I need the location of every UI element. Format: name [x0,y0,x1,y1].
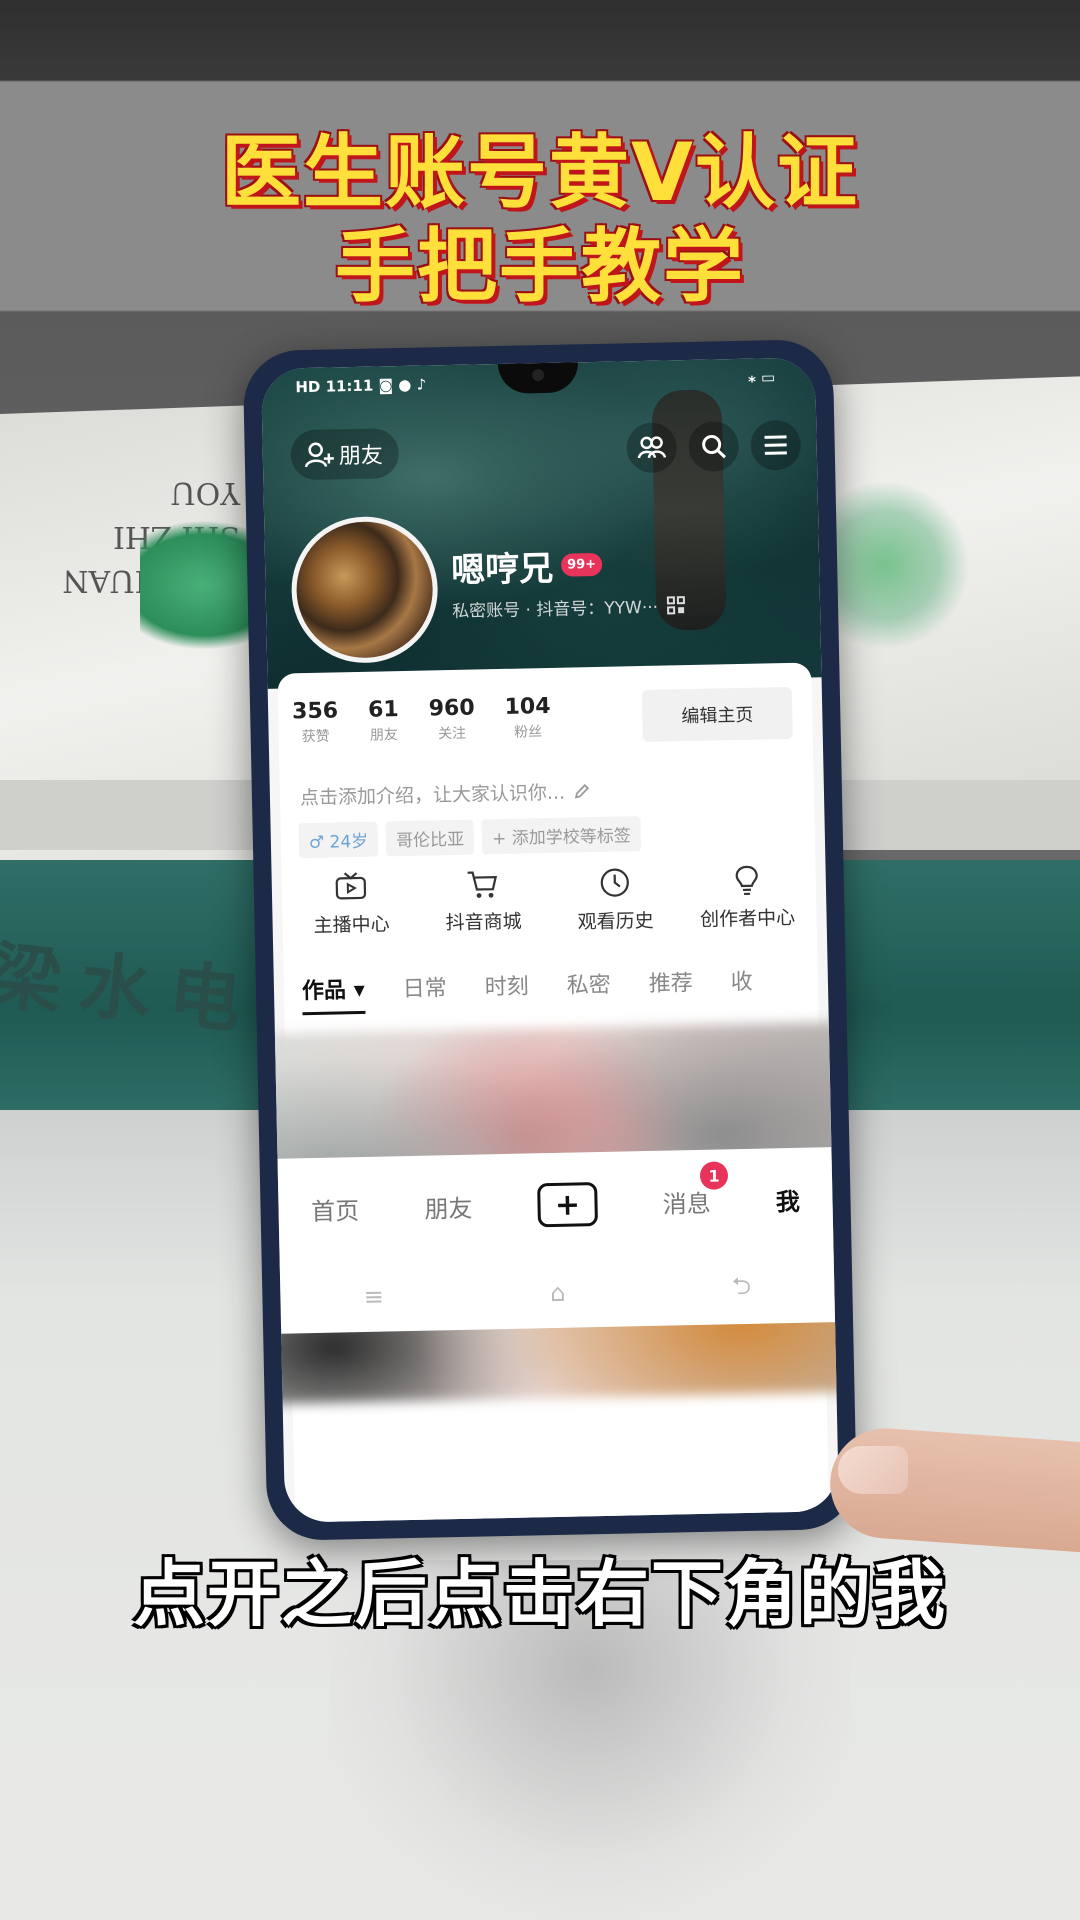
pencil-icon [574,783,590,799]
edit-profile-button[interactable]: 编辑主页 [641,686,793,743]
account-id-text: 私密账号 · 抖音号：YYW··· [451,597,659,622]
stat-value: 61 [367,697,399,723]
qr-code-icon[interactable] [666,595,686,615]
stat-label: 粉丝 [513,724,543,741]
system-home-button[interactable]: ⌂ [550,1279,566,1307]
add-person-icon [304,442,334,468]
search-icon [702,435,726,459]
gender-age-tag: ♂ 24岁 [298,821,379,859]
shortcut-label: 创作者中心 [699,906,796,931]
shortcut-streamer-center[interactable]: 主播中心 [292,871,411,940]
nav-home[interactable]: 首页 [311,1191,360,1227]
stat-following[interactable]: 960 关注 [428,696,475,744]
stat-value: 960 [428,695,475,722]
stat-friends[interactable]: 61 朋友 [368,697,400,745]
stat-likes[interactable]: 356 获赞 [292,698,339,746]
shortcut-label: 抖音商城 [445,910,522,935]
bottom-nav: 首页 朋友 + 消息 1 我 [277,1147,834,1269]
clock-icon [600,868,629,897]
create-button[interactable]: + [537,1182,598,1228]
camera-dot [532,368,545,382]
shortcut-watch-history[interactable]: 观看历史 [555,865,674,934]
stat-value: 356 [291,698,339,725]
stat-label: 获赞 [301,728,330,746]
shortcut-mall[interactable]: 抖音商城 [424,868,543,937]
stat-followers[interactable]: 104 粉丝 [504,694,551,742]
nav-me[interactable]: 我 [775,1182,801,1217]
nav-friends[interactable]: 朋友 [424,1189,473,1225]
tab-private[interactable]: 私密 [566,967,611,1000]
stat-label: 朋友 [369,727,399,744]
intro-row[interactable]: 点击添加介绍，让大家认识你... [300,777,592,810]
nav-messages[interactable]: 消息 1 [662,1161,729,1220]
stat-value: 104 [504,693,551,720]
tab-recommend[interactable]: 推荐 [648,965,693,998]
nav-messages-label: 消息 [662,1189,712,1219]
profile-card: 356 获赞 61 朋友 960 关注 104 粉丝 编辑主页 点击添加介绍，让… [260,662,840,1523]
shortcut-row: 主播中心 抖音商城 观看历史 创作者中心 [292,863,807,941]
add-friend-label: 朋友 [338,443,384,470]
add-school-tag[interactable]: + 添加学校等标签 [481,816,642,855]
cart-icon [467,871,498,898]
account-line: 私密账号 · 抖音号：YYW··· [452,592,686,622]
tv-icon [335,872,367,900]
system-back-button[interactable]: ⮌ [731,1268,752,1309]
stats-row: 356 获赞 61 朋友 960 关注 104 粉丝 [292,694,551,746]
video-subtitle: 点开之后点击右下角的我 [132,1552,947,1636]
fingernail [838,1446,908,1494]
shortcut-label: 主播中心 [313,913,390,937]
people-icon [637,436,667,459]
content-tabs: 作品 ▾ 日常 时刻 私密 推荐 收 [302,964,753,1005]
phone-device: HD 11:11 ◙ ● ♪ ⁎ ▭ 朋友 嗯哼兄 99+ 私密账号 · 抖音号… [242,338,858,1542]
profile-username-row: 嗯哼兄 99+ [451,540,603,592]
tags-row: ♂ 24岁 哥伦比亚 + 添加学校等标签 [298,816,642,859]
status-bar-left: HD 11:11 ◙ ● ♪ [295,375,427,397]
status-bar-right: ⁎ ▭ [747,368,776,387]
system-nav-bar: ≡ ⌂ ⮌ [279,1252,836,1334]
intro-placeholder: 点击添加介绍，让大家认识你... [299,781,566,810]
tab-moments[interactable]: 时刻 [484,968,529,1001]
messages-badge: 1 [699,1161,729,1190]
stat-label: 关注 [438,725,467,743]
location-tag: 哥伦比亚 [385,819,475,857]
menu-icon [764,435,787,455]
tab-favorites[interactable]: 收 [730,964,753,996]
username-badge: 99+ [560,552,603,577]
tab-works[interactable]: 作品 ▾ [302,972,365,1005]
profile-username: 嗯哼兄 [450,548,554,591]
shortcut-label: 观看历史 [577,909,654,934]
tab-daily[interactable]: 日常 [402,970,447,1003]
add-friend-button[interactable]: 朋友 [290,428,400,481]
system-menu-button[interactable]: ≡ [363,1283,384,1311]
bulb-icon [735,865,758,896]
shortcut-creator-center[interactable]: 创作者中心 [687,863,806,932]
phone-screen: HD 11:11 ◙ ● ♪ ⁎ ▭ 朋友 嗯哼兄 99+ 私密账号 · 抖音号… [260,357,840,1523]
video-title-line2: 手把手教学 [335,220,745,313]
